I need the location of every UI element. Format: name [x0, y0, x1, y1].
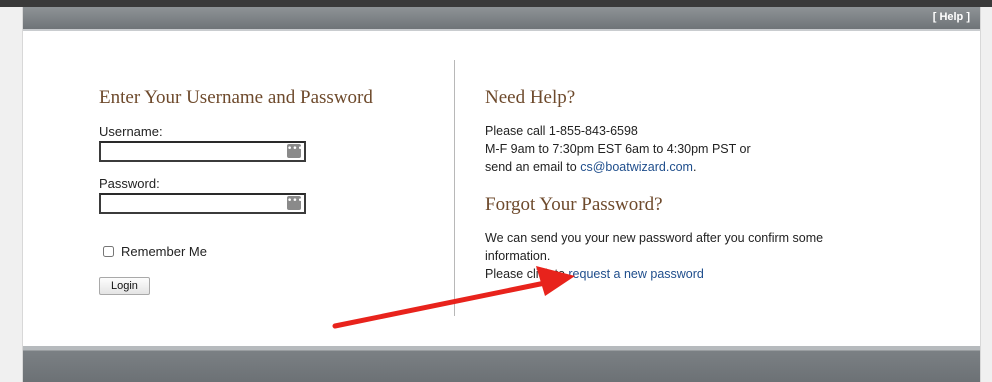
password-field-wrapper: •••	[99, 193, 306, 214]
password-input[interactable]	[101, 195, 287, 213]
login-title: Enter Your Username and Password	[99, 87, 373, 108]
username-field-wrapper: •••	[99, 141, 306, 162]
password-manager-icon[interactable]: •••	[287, 196, 303, 210]
footer-bar	[23, 346, 980, 382]
password-label: Password:	[99, 176, 160, 191]
help-phone-line: Please call 1-855-843-6598	[485, 124, 638, 138]
column-divider	[454, 60, 455, 316]
help-hours-line: M-F 9am to 7:30pm EST 6am to 4:30pm PST …	[485, 142, 751, 156]
help-section: Need Help? Please call 1-855-843-6598 M-…	[485, 87, 865, 283]
header-bar: [ Help ]	[23, 7, 980, 31]
help-title: Need Help?	[485, 87, 576, 108]
forgot-info-line: We can send you your new password after …	[485, 231, 824, 263]
username-label: Username:	[99, 124, 163, 139]
username-input[interactable]	[101, 143, 287, 161]
forgot-section: Forgot Your Password? We can send you yo…	[485, 194, 865, 283]
top-strip	[0, 0, 992, 7]
forgot-link-prefix: Please click to	[485, 267, 569, 281]
support-email-link[interactable]: cs@boatwizard.com	[580, 160, 693, 174]
request-new-password-link[interactable]: request a new password	[568, 267, 704, 281]
help-email-suffix: .	[692, 160, 697, 174]
help-link[interactable]: [ Help ]	[933, 11, 970, 23]
login-section: Enter Your Username and Password Usernam…	[99, 87, 429, 295]
help-text: Please call 1-855-843-6598 M-F 9am to 7:…	[485, 122, 865, 176]
remember-me-row: Remember Me	[99, 244, 429, 259]
forgot-title: Forgot Your Password?	[485, 194, 663, 215]
forgot-text: We can send you your new password after …	[485, 229, 865, 283]
remember-me-label: Remember Me	[121, 244, 207, 259]
remember-me-checkbox[interactable]	[103, 246, 114, 257]
forgot-link-line: Please click to request a new password	[485, 265, 865, 283]
password-manager-icon[interactable]: •••	[287, 144, 303, 158]
help-email-line: send an email to cs@boatwizard.com.	[485, 158, 865, 176]
page-container: [ Help ] Enter Your Username and Passwor…	[22, 7, 981, 382]
help-email-prefix: send an email to	[485, 160, 581, 174]
login-button[interactable]: Login	[99, 277, 150, 295]
